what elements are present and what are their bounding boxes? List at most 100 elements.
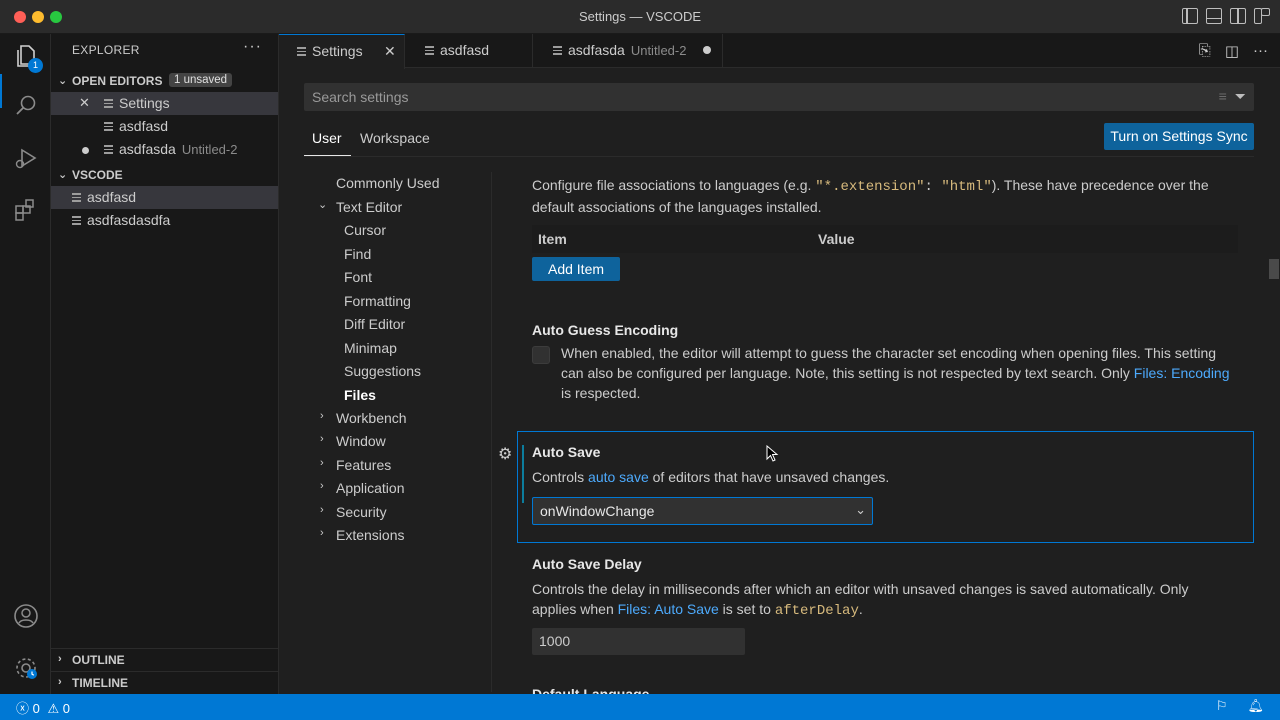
toc-find[interactable]: Find — [344, 246, 371, 262]
setting-title-auto-save-delay: Auto Save Delay — [532, 556, 642, 572]
customize-layout-icon[interactable] — [1254, 8, 1270, 24]
file-label: asdfasdasdfa — [87, 212, 171, 228]
toc-minimap[interactable]: Minimap — [344, 340, 397, 356]
chevron-right-icon: › — [320, 410, 324, 422]
tab-workspace[interactable]: Workspace — [360, 130, 430, 146]
file-icon — [104, 145, 113, 154]
extensions-icon[interactable] — [12, 196, 40, 224]
close-icon[interactable]: ✕ — [79, 95, 90, 111]
tab-user[interactable]: User — [312, 130, 342, 146]
scope-divider — [304, 156, 1254, 157]
problems-indicator[interactable]: ⓧ 0 ⚠ 0 — [16, 698, 70, 717]
file-label: asdfasd — [87, 189, 137, 205]
associations-table-header: Item Value — [532, 225, 1238, 253]
auto-guess-encoding-desc: When enabled, the editor will attempt to… — [561, 345, 1230, 401]
timeline-label: TIMELINE — [72, 676, 128, 690]
tab-bar: Settings ✕ asdfasd asdfasda Untitled-2 ⎘ … — [279, 34, 1280, 69]
folder-label: VSCODE — [72, 168, 123, 182]
toc-separator — [491, 172, 492, 692]
toc-cursor[interactable]: Cursor — [344, 222, 386, 238]
toc-commonly-used[interactable]: Commonly Used — [336, 175, 439, 191]
split-editor-icon[interactable]: ◫ — [1225, 42, 1239, 60]
scrollbar-thumb[interactable] — [1269, 259, 1279, 279]
open-editors-label: OPEN EDITORS — [72, 74, 163, 88]
files-encoding-link[interactable]: Files: Encoding — [1134, 365, 1230, 381]
settings-sync-button[interactable]: Turn on Settings Sync — [1104, 123, 1254, 150]
tab-desc: Untitled-2 — [630, 43, 687, 58]
add-item-button[interactable]: Add Item — [532, 257, 620, 281]
open-settings-json-icon[interactable]: ⎘ — [1199, 42, 1211, 60]
chevron-right-icon: › — [320, 433, 324, 445]
col-item-header: Item — [538, 231, 567, 247]
toggle-panel-icon[interactable] — [1206, 8, 1222, 24]
auto-save-delay-input[interactable]: 1000 — [532, 628, 745, 655]
setting-gear-icon[interactable]: ⚙ — [498, 444, 512, 464]
unsaved-dot-icon[interactable] — [703, 46, 711, 54]
tab-asdfasda[interactable]: asdfasda Untitled-2 — [533, 34, 723, 68]
toc-text-editor[interactable]: Text Editor — [336, 199, 402, 215]
manage-gear-icon[interactable] — [12, 654, 40, 682]
chevron-right-icon: › — [320, 480, 324, 492]
setting-title-default-language: Default Language — [532, 686, 650, 694]
explorer-badge: 1 — [28, 58, 43, 73]
tab-asdfasd[interactable]: asdfasd — [405, 34, 533, 68]
active-scope-underline — [304, 155, 351, 156]
outline-label: OUTLINE — [72, 653, 125, 667]
more-actions-icon[interactable]: ··· — [1253, 42, 1268, 60]
toc-files[interactable]: Files — [344, 387, 376, 403]
open-editor-item-settings[interactable]: ✕ Settings — [51, 92, 278, 115]
active-indicator — [0, 74, 2, 108]
search-icon[interactable] — [12, 92, 40, 120]
more-actions-icon[interactable]: ··· — [243, 38, 262, 56]
error-icon: ⓧ — [16, 701, 30, 716]
auto-save-select[interactable]: onWindowChange ⌄ — [532, 497, 873, 525]
chevron-right-icon: › — [58, 676, 62, 688]
toc-window[interactable]: Window — [336, 433, 386, 449]
open-editor-item-asdfasd[interactable]: asdfasd — [51, 115, 278, 138]
title-bar: Settings — VSCODE — [0, 0, 1280, 34]
open-editor-item-asdfasda[interactable]: asdfasda Untitled-2 — [51, 138, 278, 161]
toggle-primary-sidebar-icon[interactable] — [1182, 8, 1198, 24]
tab-label: asdfasda — [568, 42, 625, 58]
toc-features[interactable]: Features — [336, 457, 391, 473]
toc-suggestions[interactable]: Suggestions — [344, 363, 421, 379]
file-item-asdfasd[interactable]: asdfasd — [51, 186, 278, 209]
timeline-section[interactable]: › TIMELINE — [51, 671, 279, 693]
file-associations-desc: Configure file associations to languages… — [532, 177, 1209, 215]
account-icon[interactable] — [12, 602, 40, 630]
search-settings-input[interactable]: Search settings ≡ ⏷ — [304, 83, 1254, 111]
unsaved-dot-icon — [82, 147, 89, 154]
auto-save-delay-desc: Controls the delay in milliseconds after… — [532, 581, 1189, 619]
warning-count: 0 — [62, 701, 71, 716]
chevron-right-icon: › — [320, 527, 324, 539]
close-icon[interactable]: ✕ — [384, 43, 396, 60]
chevron-down-icon: ⌄ — [58, 75, 68, 87]
toc-security[interactable]: Security — [336, 504, 387, 520]
toc-extensions[interactable]: Extensions — [336, 527, 404, 543]
toc-workbench[interactable]: Workbench — [336, 410, 407, 426]
auto-guess-encoding-checkbox[interactable] — [532, 346, 550, 364]
toc-diff-editor[interactable]: Diff Editor — [344, 316, 405, 332]
open-editors-section[interactable]: ⌄ OPEN EDITORS 1 unsaved — [51, 70, 279, 92]
outline-section[interactable]: › OUTLINE — [51, 648, 279, 670]
files-auto-save-link[interactable]: Files: Auto Save — [618, 601, 719, 617]
toc-formatting[interactable]: Formatting — [344, 293, 411, 309]
tab-settings[interactable]: Settings ✕ — [279, 34, 405, 69]
toc-application[interactable]: Application — [336, 480, 405, 496]
open-editor-label: Settings — [119, 95, 170, 111]
chevron-down-icon: ⌄ — [855, 502, 866, 517]
notifications-bell-icon[interactable]: 🔔︎ — [1247, 698, 1264, 714]
toc-font[interactable]: Font — [344, 269, 372, 285]
clear-filter-icon[interactable]: ≡ — [1219, 88, 1227, 105]
file-item-asdfasdasdfa[interactable]: asdfasdasdfa — [51, 209, 278, 232]
feedback-icon[interactable]: ⚐ — [1216, 698, 1228, 714]
activity-bar: 1 — [0, 34, 51, 694]
toggle-secondary-sidebar-icon[interactable] — [1230, 8, 1246, 24]
run-debug-icon[interactable] — [12, 144, 40, 172]
open-editor-label: asdfasda — [119, 141, 176, 157]
auto-save-link[interactable]: auto save — [588, 469, 649, 485]
folder-section[interactable]: ⌄ VSCODE — [51, 164, 279, 186]
filter-icon[interactable]: ⏷ — [1235, 88, 1246, 105]
file-icon — [104, 122, 113, 131]
search-placeholder: Search settings — [312, 89, 409, 105]
